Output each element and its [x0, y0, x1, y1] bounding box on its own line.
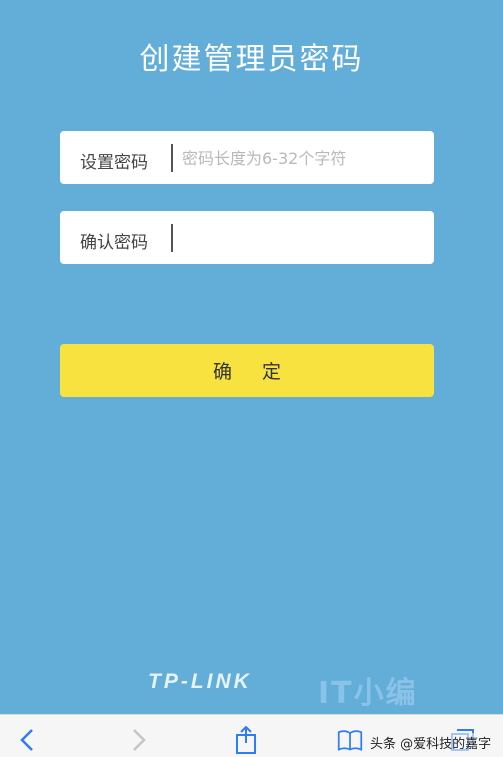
set-password-field[interactable]: 设置密码: [60, 131, 434, 184]
set-password-input[interactable]: [182, 139, 426, 177]
forward-button[interactable]: [126, 727, 152, 753]
book-icon: [337, 730, 363, 751]
share-button[interactable]: [233, 726, 259, 754]
share-icon: [236, 726, 256, 754]
browser-toolbar: 头条 @爱科技的嘉字: [0, 714, 503, 757]
set-password-label: 设置密码: [80, 153, 148, 173]
chevron-left-icon: [20, 729, 33, 751]
watermark-credit: 头条 @爱科技的嘉字: [370, 733, 492, 752]
text-cursor: [171, 224, 173, 252]
back-button[interactable]: [14, 727, 40, 753]
page-title: 创建管理员密码: [139, 42, 364, 77]
confirm-button[interactable]: 确 定: [60, 344, 434, 397]
text-cursor: [171, 144, 173, 172]
confirm-password-label: 确认密码: [80, 233, 148, 253]
confirm-password-input[interactable]: [182, 219, 426, 257]
chevron-right-icon: [133, 729, 146, 751]
confirm-password-field[interactable]: 确认密码: [60, 211, 434, 264]
bookmarks-button[interactable]: [337, 727, 363, 753]
watermark-overlay: IT小编: [318, 676, 418, 711]
